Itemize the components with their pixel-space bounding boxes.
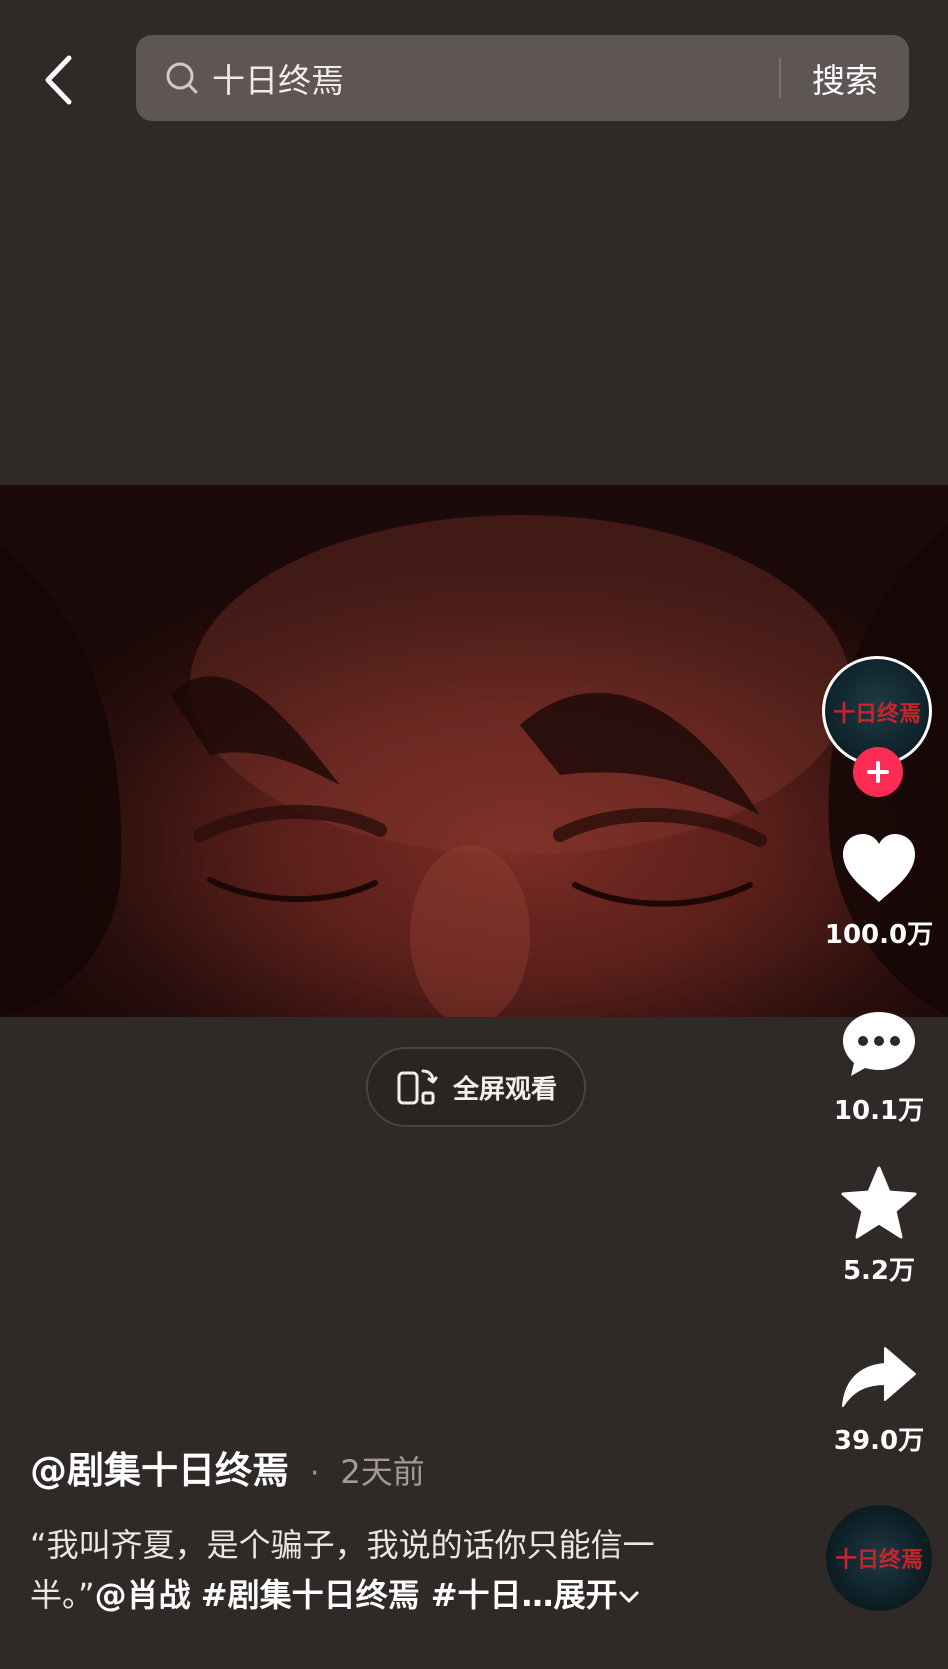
post-time: 2天前 [340,1453,425,1491]
follow-button[interactable] [853,747,903,797]
fullscreen-button[interactable]: 全屏观看 [366,1047,586,1127]
music-disc[interactable]: 十日终焉 [826,1505,932,1611]
search-bar[interactable]: 搜索 [136,35,909,121]
like-action[interactable]: 100.0万 [816,832,942,951]
music-disc-logo: 十日终焉 [835,1547,923,1573]
post-meta: @剧集十日终焉 · 2天前 [30,1440,425,1494]
favorite-count: 5.2万 [842,1256,916,1286]
comment-action[interactable]: 10.1万 [816,1008,942,1127]
expand-button[interactable]: 展开 [554,1576,640,1614]
share-action[interactable]: 39.0万 [816,1344,942,1457]
heart-icon [843,834,915,902]
plus-icon [867,761,889,783]
back-icon [45,55,72,105]
svg-text:十日终焉: 十日终焉 [833,701,921,727]
search-button[interactable]: 搜索 [781,54,909,102]
post-caption[interactable]: “我叫齐夏，是个骗子，我说的话你只能信一半。”@肖战 #剧集十日终焉 #十日…展… [30,1520,730,1620]
comment-icon [843,1012,915,1076]
video-player[interactable] [0,485,948,1017]
search-input[interactable] [210,57,779,99]
chevron-down-icon [619,1591,639,1603]
caption-hashtags[interactable]: #剧集十日终焉 #十日… [201,1576,554,1614]
video-frame [0,485,948,1017]
caption-mention[interactable]: @肖战 [95,1576,191,1614]
star-icon [841,1166,917,1239]
favorite-action[interactable]: 5.2万 [816,1166,942,1287]
share-icon [842,1347,916,1407]
phone-rotate-icon [397,1069,438,1105]
back-button[interactable] [36,52,80,108]
search-icon [166,62,198,94]
meta-separator: · [309,1456,320,1491]
comment-count: 10.1万 [833,1096,925,1126]
share-count: 39.0万 [833,1426,925,1456]
svg-text:十日终焉: 十日终焉 [835,1547,923,1573]
fullscreen-label: 全屏观看 [452,1074,557,1105]
expand-label: 展开 [553,1576,618,1614]
author-name[interactable]: @剧集十日终焉 [30,1449,289,1492]
like-count: 100.0万 [824,920,934,950]
